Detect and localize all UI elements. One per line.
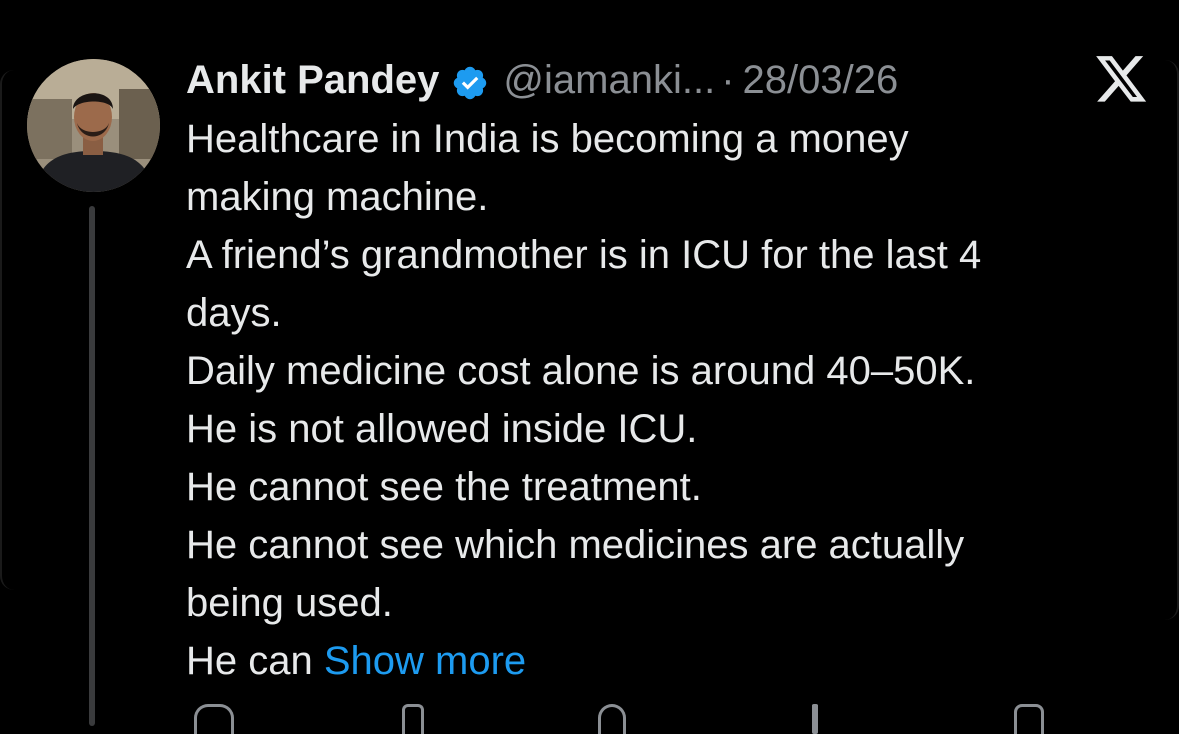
tweet-text-line: making machine. bbox=[186, 175, 489, 219]
tweet-text-line: Healthcare in India is becoming a money bbox=[186, 117, 909, 161]
tweet-header: Ankit Pandey @iamanki... · 28/03/26 bbox=[186, 52, 898, 108]
separator-dot: · bbox=[721, 58, 735, 102]
device-edge-left bbox=[0, 70, 14, 590]
tweet-text-last-line: He can Show more bbox=[186, 632, 1146, 690]
thread-line bbox=[89, 206, 95, 726]
device-edge-right bbox=[1165, 60, 1179, 620]
show-more-link[interactable]: Show more bbox=[324, 639, 526, 683]
views-icon[interactable] bbox=[812, 704, 818, 734]
reply-icon[interactable] bbox=[194, 704, 234, 734]
tweet-text-line: He cannot see which medicines are actual… bbox=[186, 523, 965, 567]
tweet-text-line: Daily medicine cost alone is around 40–5… bbox=[186, 349, 976, 393]
tweet-text-line: days. bbox=[186, 291, 282, 335]
x-logo-icon[interactable] bbox=[1096, 56, 1148, 104]
author-name[interactable]: Ankit Pandey bbox=[186, 52, 439, 108]
tweet-date[interactable]: 28/03/26 bbox=[743, 52, 899, 108]
bookmark-icon[interactable] bbox=[1014, 704, 1044, 734]
tweet-text-line: He is not allowed inside ICU. bbox=[186, 407, 698, 451]
tweet-text-line: He cannot see the treatment. bbox=[186, 465, 702, 509]
action-bar bbox=[186, 704, 1146, 734]
avatar[interactable] bbox=[27, 59, 160, 192]
tweet-text-line: being used. bbox=[186, 581, 393, 625]
tweet-card[interactable]: Ankit Pandey @iamanki... · 28/03/26 Heal… bbox=[0, 0, 1179, 734]
tweet-text-truncated: He can bbox=[186, 639, 324, 683]
author-handle[interactable]: @iamanki... bbox=[503, 52, 715, 108]
tweet-body: Healthcare in India is becoming a money … bbox=[186, 110, 1146, 690]
tweet-text-line: A friend’s grandmother is in ICU for the… bbox=[186, 233, 982, 277]
like-icon[interactable] bbox=[598, 704, 626, 734]
retweet-icon[interactable] bbox=[402, 704, 424, 734]
verified-badge-icon bbox=[451, 61, 489, 100]
